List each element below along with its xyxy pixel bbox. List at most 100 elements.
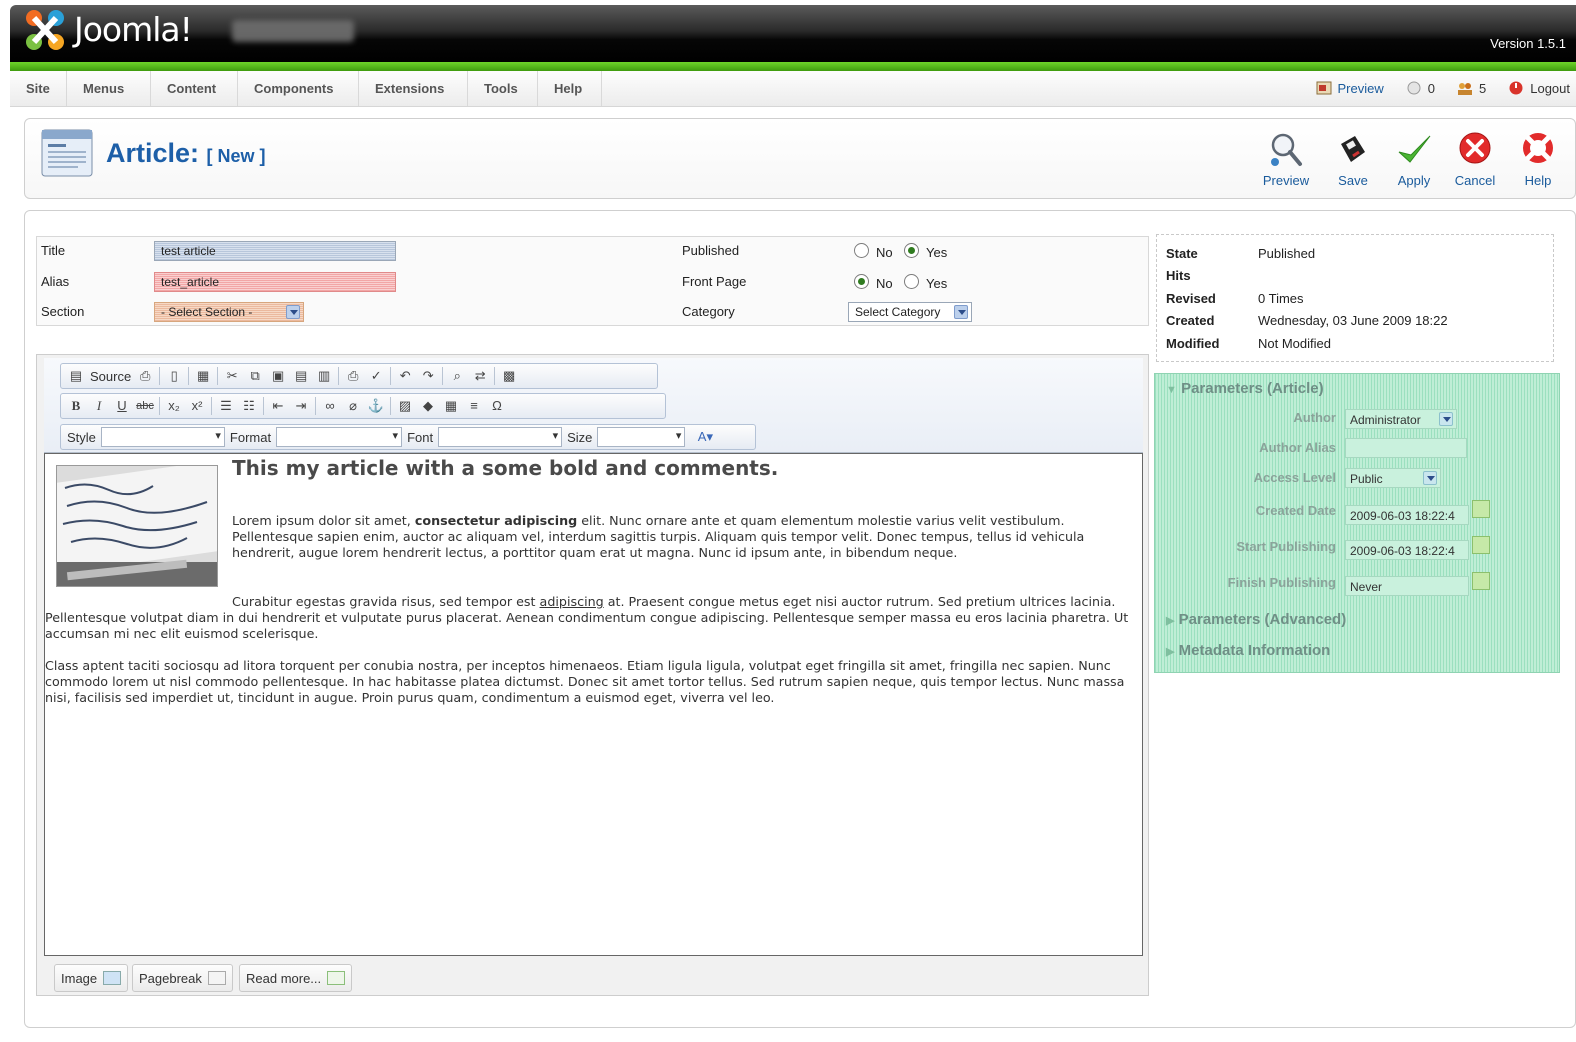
source-icon: ▤ [69, 368, 83, 383]
menu-menus[interactable]: Menus [67, 71, 151, 106]
underline-icon[interactable]: U [113, 397, 131, 415]
readmore-button[interactable]: Read more... [239, 964, 353, 992]
author-alias-input[interactable] [1345, 438, 1467, 458]
new-page-icon[interactable]: ▯ [165, 367, 183, 385]
outdent-icon[interactable]: ⇤ [269, 397, 287, 415]
paste-icon[interactable]: ▣ [269, 367, 287, 385]
copy-icon[interactable]: ⧉ [246, 367, 264, 385]
category-label: Category [682, 304, 735, 319]
alias-input[interactable]: test_article [154, 272, 396, 292]
calendar-icon[interactable] [1472, 500, 1490, 518]
revised-label: Revised [1166, 291, 1216, 306]
logout-link[interactable]: Logout [1530, 81, 1570, 96]
apply-button-label: Apply [1397, 173, 1431, 188]
params-advanced-header[interactable]: ▶ Parameters (Advanced) [1166, 611, 1346, 628]
redo-icon[interactable]: ↷ [419, 367, 437, 385]
bulleted-list-icon[interactable]: ☷ [240, 397, 258, 415]
state-value: Published [1258, 246, 1316, 261]
save-button-label: Save [1338, 173, 1368, 188]
numbered-list-icon[interactable]: ☰ [217, 397, 235, 415]
menu-components[interactable]: Components [238, 71, 359, 106]
frontpage-no-label: No [876, 276, 893, 291]
apply-button[interactable]: Apply [1385, 130, 1443, 188]
link-icon[interactable]: ∞ [321, 397, 339, 415]
source-button[interactable]: Source [90, 369, 131, 384]
published-yes-radio[interactable] [904, 243, 919, 258]
category-select[interactable]: Select Category [848, 302, 972, 322]
access-level-select[interactable]: Public [1345, 468, 1441, 488]
toolbar-separator [338, 367, 340, 385]
triangle-right-icon: ▶ [1166, 615, 1175, 627]
italic-icon[interactable]: I [90, 397, 108, 415]
strikethrough-icon[interactable]: abc [136, 397, 154, 415]
spellcheck-icon[interactable]: ✓ [367, 367, 385, 385]
messages-count[interactable]: 0 [1428, 81, 1435, 96]
select-all-icon[interactable]: ▩ [500, 367, 518, 385]
save-button[interactable]: Save [1324, 130, 1382, 188]
cut-icon[interactable]: ✂ [223, 367, 241, 385]
published-label: Published [682, 243, 740, 258]
size-combo[interactable] [597, 427, 686, 447]
unlink-icon[interactable]: ⌀ [344, 397, 362, 415]
style-combo[interactable] [100, 427, 225, 447]
created-date-label: Created Date [1255, 503, 1336, 518]
p2-link[interactable]: adipiscing [540, 594, 604, 609]
special-char-icon[interactable]: Ω [488, 397, 506, 415]
header-accent-bar [10, 62, 1576, 71]
text-color-icon[interactable]: A▾ [690, 428, 720, 446]
params-article-header[interactable]: ▼ Parameters (Article) [1166, 380, 1324, 397]
created-label: Created [1166, 313, 1215, 328]
font-combo[interactable] [438, 427, 563, 447]
published-no-radio[interactable] [854, 243, 869, 258]
menu-content[interactable]: Content [151, 71, 238, 106]
frontpage-yes-radio[interactable] [904, 274, 919, 289]
metadata-title: Metadata Information [1178, 642, 1331, 659]
menu-tools[interactable]: Tools [468, 71, 538, 106]
category-select-value: Select Category [855, 305, 941, 319]
undo-icon[interactable]: ↶ [396, 367, 414, 385]
status-bar: Preview 0 5 Logout [1316, 80, 1570, 96]
modified-label: Modified [1166, 336, 1220, 351]
templates-icon[interactable]: ▦ [194, 367, 212, 385]
anchor-icon[interactable]: ⚓ [367, 397, 385, 415]
metadata-header[interactable]: ▶ Metadata Information [1166, 642, 1330, 659]
start-publishing-input[interactable]: 2009-06-03 18:22:4 [1345, 540, 1469, 560]
paste-text-icon[interactable]: ▤ [292, 367, 310, 385]
save-doc-icon[interactable]: ⎙ [136, 367, 154, 385]
horizontal-rule-icon[interactable]: ≡ [465, 397, 483, 415]
format-combo[interactable] [276, 427, 403, 447]
indent-icon[interactable]: ⇥ [292, 397, 310, 415]
article-photo[interactable] [56, 465, 218, 587]
table-icon[interactable]: ▦ [442, 397, 460, 415]
calendar-icon[interactable] [1472, 572, 1490, 590]
flash-icon[interactable]: ◆ [419, 397, 437, 415]
created-date-input[interactable]: 2009-06-03 18:22:4 [1345, 505, 1469, 525]
replace-icon[interactable]: ⇄ [471, 367, 489, 385]
author-select-value: Administrator [1350, 413, 1421, 427]
pagebreak-button[interactable]: Pagebreak [132, 964, 233, 992]
image-icon[interactable]: ▨ [396, 397, 414, 415]
title-input[interactable]: test article [154, 241, 396, 261]
menu-extensions[interactable]: Extensions [359, 71, 468, 106]
menu-help[interactable]: Help [538, 71, 602, 106]
print-icon[interactable]: ⎙ [344, 367, 362, 385]
section-select[interactable]: - Select Section - [154, 302, 304, 322]
subscript-icon[interactable]: x₂ [165, 397, 183, 415]
image-button[interactable]: Image [54, 964, 129, 992]
finish-publishing-input[interactable]: Never [1345, 576, 1469, 596]
superscript-icon[interactable]: x² [188, 397, 206, 415]
menu-site[interactable]: Site [10, 71, 67, 106]
find-icon[interactable]: ⌕ [448, 367, 466, 385]
bold-icon[interactable]: B [67, 397, 85, 415]
p1-text-a: Lorem ipsum dolor sit amet, [232, 513, 415, 528]
preview-button-label: Preview [1262, 173, 1310, 188]
preview-button[interactable]: Preview [1257, 130, 1315, 188]
cancel-button[interactable]: Cancel [1446, 130, 1504, 188]
author-select[interactable]: Administrator [1345, 409, 1457, 429]
paste-word-icon[interactable]: ▥ [315, 367, 333, 385]
status-preview-link[interactable]: Preview [1338, 81, 1384, 96]
help-button[interactable]: Help [1509, 130, 1567, 188]
calendar-icon[interactable] [1472, 536, 1490, 554]
frontpage-no-radio[interactable] [854, 274, 869, 289]
users-count[interactable]: 5 [1479, 81, 1486, 96]
